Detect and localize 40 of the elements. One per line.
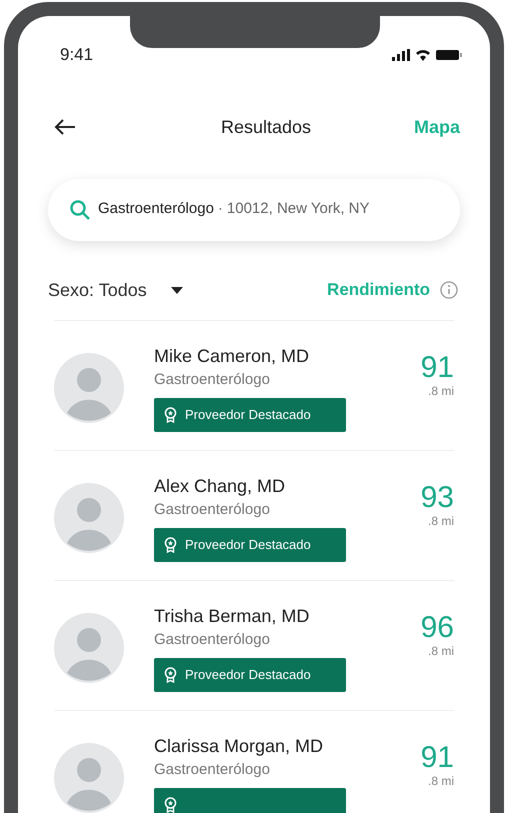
screen-title: Resultados: [220, 116, 312, 138]
badge-label: Proveedor Destacado: [185, 666, 311, 684]
distance: .8 mi: [428, 772, 454, 788]
doctor-name: Clarissa Morgan, MD: [154, 734, 324, 756]
avatar-silhouette: [54, 742, 124, 812]
doctor-specialty: Gastroenterólogo: [154, 370, 271, 390]
distance: .8 mi: [428, 512, 454, 528]
award-ribbon-icon: [164, 666, 177, 682]
score: 96: [420, 612, 454, 642]
doctor-name: Trisha Berman, MD: [154, 604, 310, 626]
signal-icon: [392, 48, 410, 61]
back-arrow-icon: [54, 119, 76, 135]
score: 91: [420, 742, 454, 772]
distance: .8 mi: [428, 382, 454, 398]
search-field[interactable]: Gastroenterólogo · 10012, New York, NY: [48, 178, 460, 240]
doctor-specialty: Gastroenterólogo: [154, 500, 271, 520]
doctor-specialty: Gastroenterólogo: [154, 760, 271, 780]
search-icon: [70, 200, 90, 220]
avatar-silhouette: [54, 352, 124, 422]
award-ribbon-icon: [164, 796, 177, 812]
avatar-silhouette: [54, 482, 124, 552]
award-ribbon-icon: [164, 406, 177, 422]
award-ribbon-icon: [164, 536, 177, 552]
caret-icon: [170, 286, 183, 294]
search-query: Gastroenterólogo · 10012, New York, NY: [98, 199, 370, 220]
doctor-name: Mike Cameron, MD: [154, 344, 310, 366]
info-icon[interactable]: [440, 281, 458, 299]
doctor-name: Alex Chang, MD: [154, 474, 286, 496]
wifi-icon: [415, 48, 431, 61]
badge-label: Proveedor Destacado: [185, 406, 311, 424]
back-button[interactable]: [54, 117, 78, 137]
battery-icon: [436, 48, 462, 61]
score: 93: [420, 482, 454, 512]
avatar-silhouette: [54, 612, 124, 682]
doctor-specialty: Gastroenterólogo: [154, 630, 271, 650]
distance: .8 mi: [428, 642, 454, 658]
gender-dropdown[interactable]: Sexo: Todos: [48, 276, 183, 304]
badge-label: Proveedor Destacado: [185, 536, 311, 554]
status-time: 9:41: [60, 44, 94, 66]
score: 91: [420, 352, 454, 382]
